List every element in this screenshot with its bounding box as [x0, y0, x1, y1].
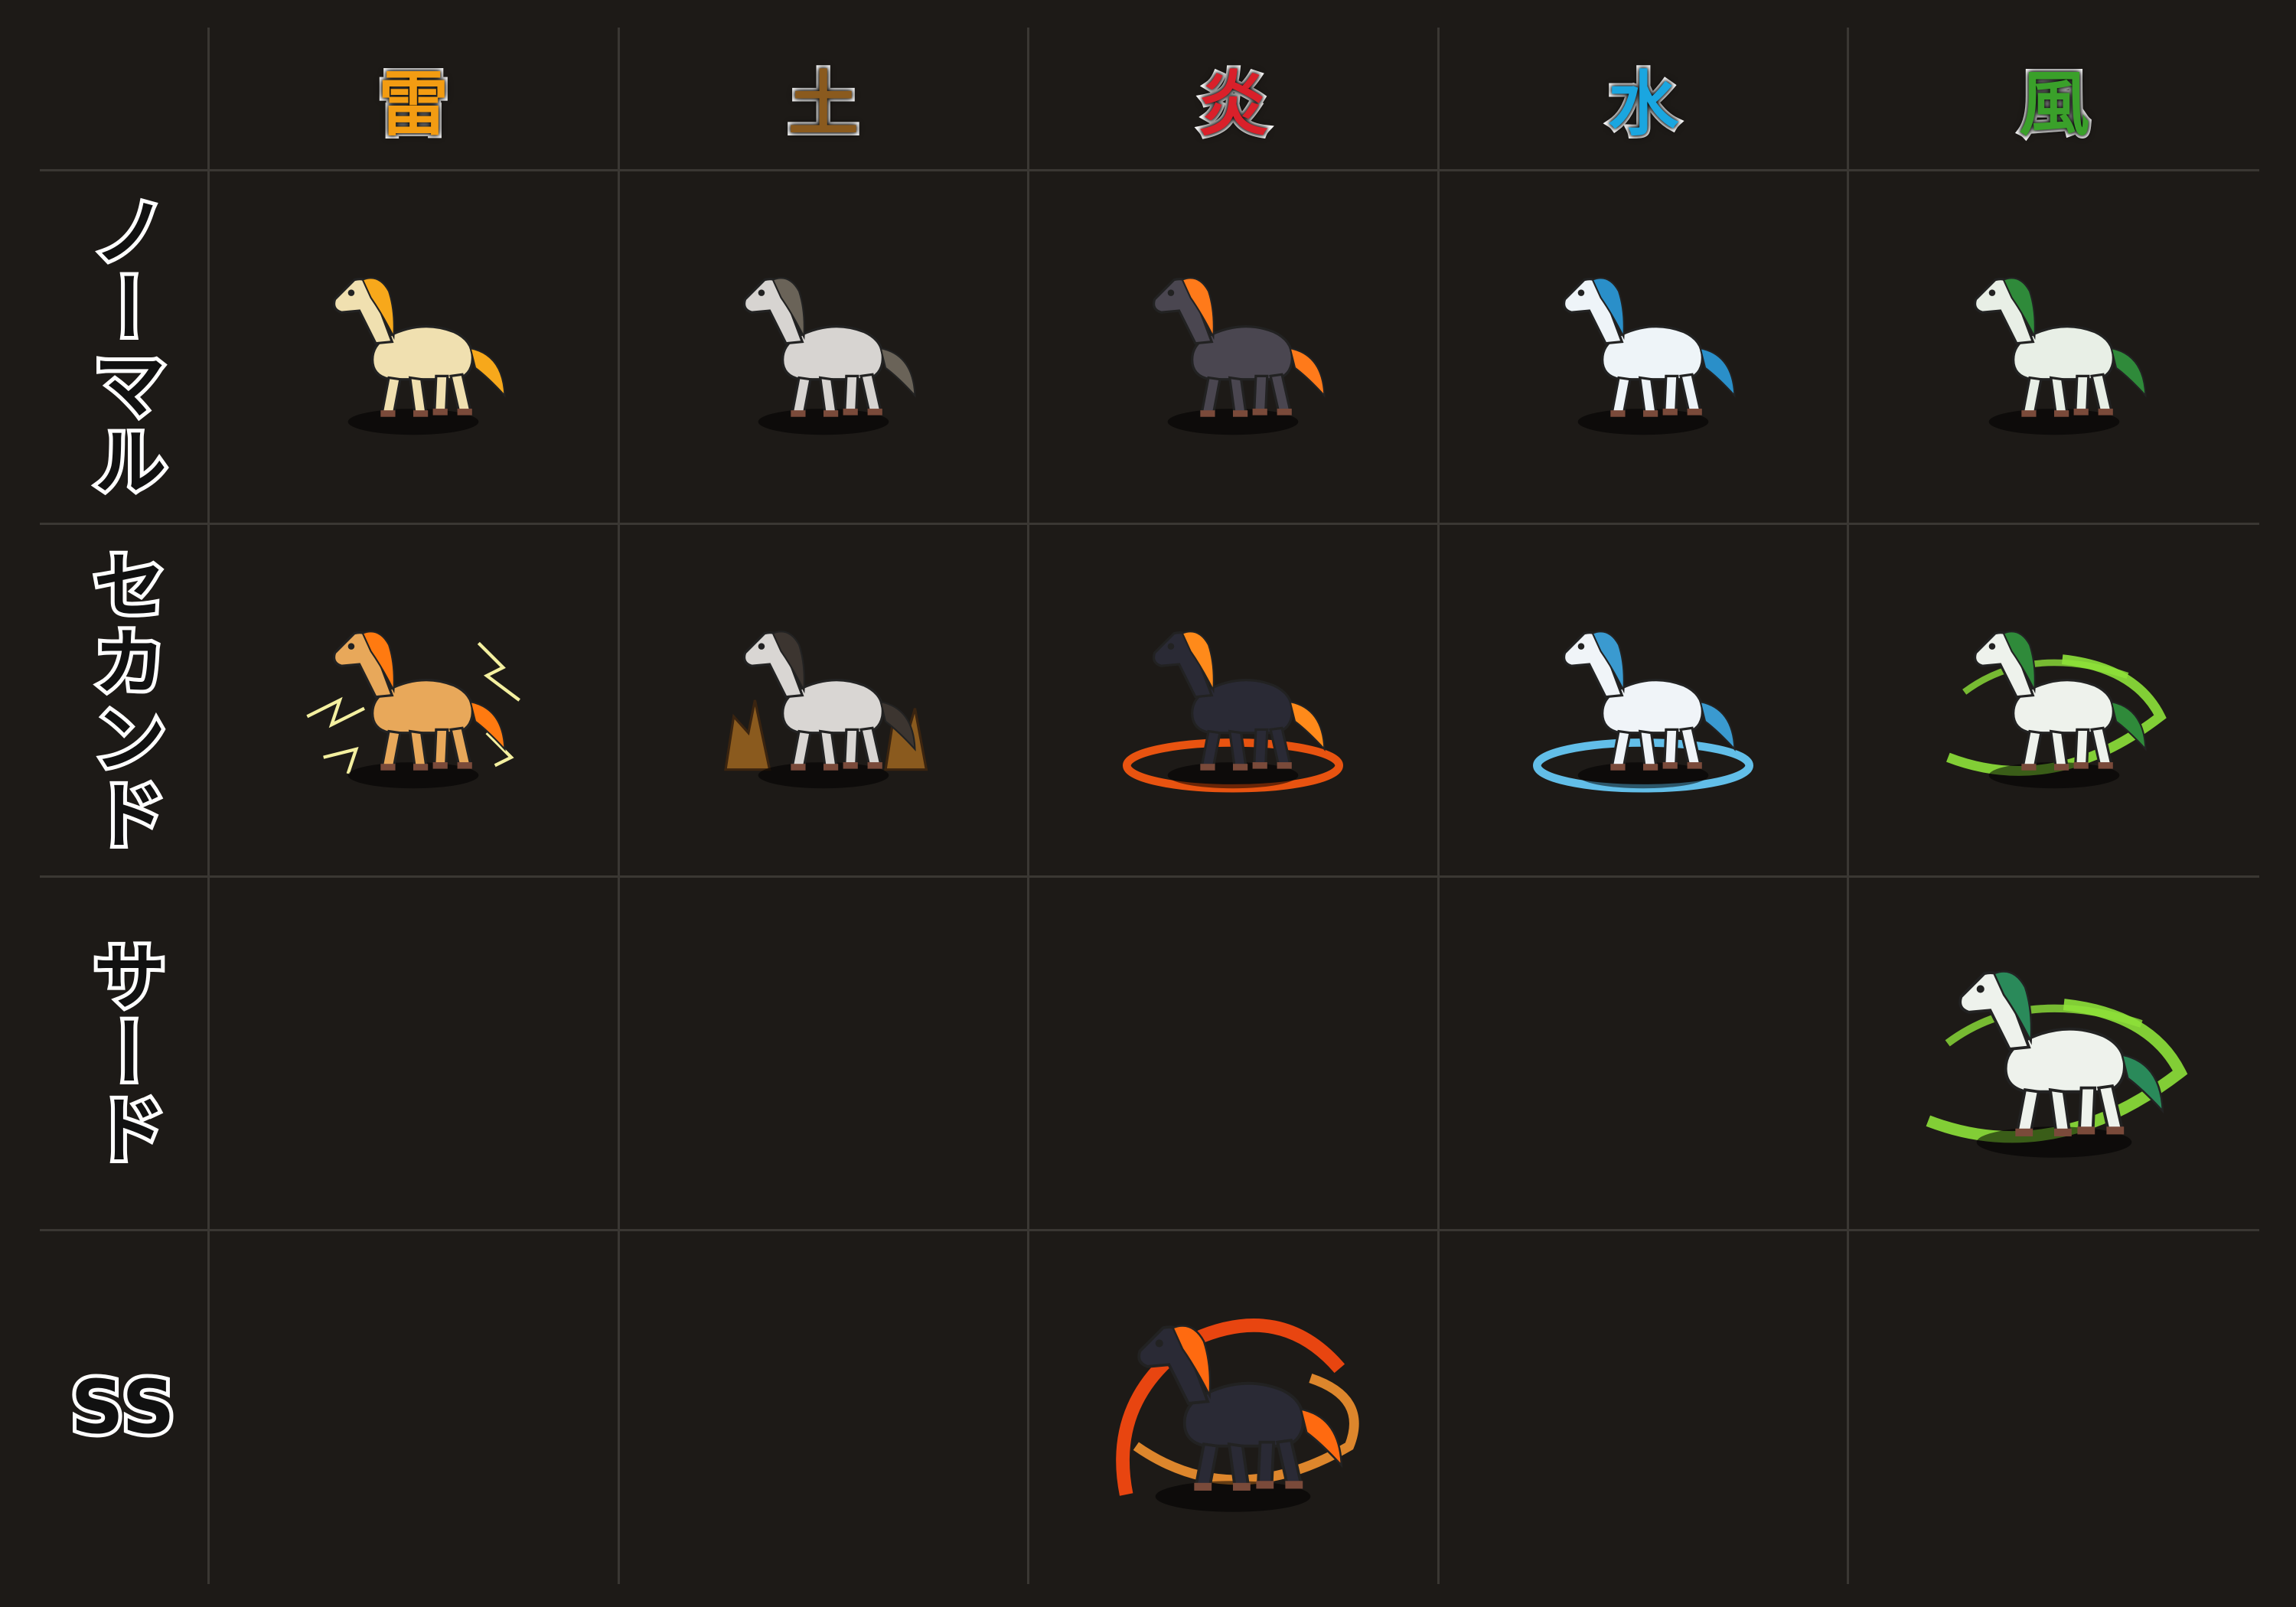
element-label-wind: 風 — [2016, 60, 2092, 148]
cell-ss-water — [1440, 1231, 1850, 1584]
cell-normal-water[interactable] — [1439, 171, 1850, 525]
cell-normal-thunder[interactable] — [210, 171, 620, 525]
cell-second-earth[interactable] — [619, 524, 1030, 878]
water-horse-second-icon[interactable] — [1521, 593, 1766, 807]
cell-third-fire — [1029, 878, 1440, 1231]
water-horse-icon[interactable] — [1521, 240, 1766, 454]
cell-second-water[interactable] — [1439, 524, 1850, 878]
column-header-fire: 炎 — [1029, 28, 1440, 171]
column-header-thunder: 雷 — [210, 28, 620, 171]
row-label-normal: ノーマル — [77, 190, 170, 504]
fire-horse-icon[interactable] — [1110, 240, 1355, 454]
cell-normal-wind[interactable] — [1849, 171, 2259, 525]
cell-third-earth — [619, 878, 1030, 1231]
column-header-water: 水 — [1439, 28, 1850, 171]
cell-ss-wind — [1849, 1231, 2259, 1585]
row-label-ss: SS — [67, 1361, 179, 1454]
cell-second-wind[interactable] — [1849, 525, 2259, 878]
column-header-wind: 風 — [1849, 28, 2259, 171]
cell-ss-thunder — [210, 1231, 620, 1584]
row-label-second: セカンド — [77, 543, 170, 857]
cell-normal-fire[interactable] — [1029, 171, 1440, 525]
thunder-horse-icon[interactable] — [291, 240, 536, 454]
cell-second-fire[interactable] — [1029, 524, 1440, 878]
cell-third-thunder — [210, 878, 620, 1231]
fire-horse-ss-icon[interactable] — [1088, 1270, 1378, 1545]
element-label-water: 水 — [1605, 60, 1681, 148]
row-header-normal: ノーマル — [40, 171, 210, 525]
element-label-earth: 土 — [785, 60, 862, 148]
row-header-ss: SS — [40, 1231, 210, 1584]
row-header-third: サード — [40, 878, 210, 1231]
cell-third-water — [1439, 878, 1850, 1231]
wind-horse-third-icon[interactable] — [1909, 915, 2200, 1191]
element-label-thunder: 雷 — [375, 60, 452, 148]
cell-ss-earth — [620, 1231, 1030, 1584]
cell-third-wind[interactable] — [1849, 878, 2259, 1231]
corner-cell — [40, 28, 210, 171]
cell-second-thunder[interactable] — [210, 524, 620, 878]
thunder-horse-second-icon[interactable] — [291, 593, 536, 807]
row-header-second: セカンド — [40, 524, 210, 878]
row-label-third: サード — [77, 934, 170, 1172]
fire-horse-second-icon[interactable] — [1110, 593, 1355, 807]
earth-horse-second-icon[interactable] — [701, 593, 946, 807]
element-label-fire: 炎 — [1195, 60, 1271, 148]
column-header-earth: 土 — [619, 28, 1030, 171]
wind-horse-icon[interactable] — [1932, 240, 2177, 454]
cell-normal-earth[interactable] — [619, 171, 1030, 525]
wind-horse-second-icon[interactable] — [1932, 593, 2177, 807]
evolution-table: 雷 土 炎 水 風 ノーマル セカンド サード SS — [40, 28, 2259, 1584]
cell-ss-fire[interactable] — [1029, 1231, 1440, 1584]
earth-horse-icon[interactable] — [701, 240, 946, 454]
